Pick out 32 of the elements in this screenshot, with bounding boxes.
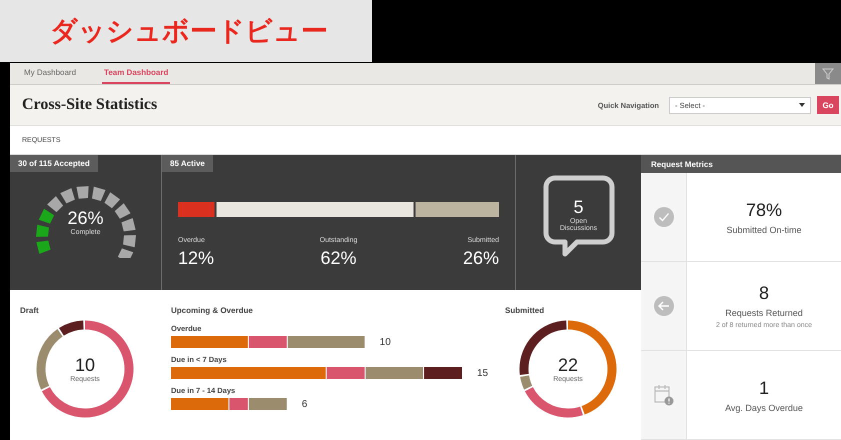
- metric-label: Submitted On-time: [726, 224, 802, 234]
- gauge-value: 26%: [67, 208, 104, 228]
- metric-label: Requests Returned: [725, 308, 803, 318]
- bar-total: 6: [302, 398, 308, 410]
- segment-value: 12%: [178, 248, 214, 269]
- panel-tag: 30 of 115 Accepted: [10, 155, 98, 172]
- metrics-title: Request Metrics: [651, 160, 713, 168]
- dashboard-title: Cross-Site Statistics: [22, 96, 158, 114]
- donut-value: 10: [74, 355, 96, 376]
- panel-tag: 85 Active: [162, 155, 213, 172]
- metric-value: 1: [758, 378, 769, 398]
- metric-label: Avg. Days Overdue: [725, 402, 803, 412]
- dashboard-tab[interactable]: My Dashboard: [22, 63, 78, 84]
- chart-title: Submitted: [505, 306, 546, 315]
- speech-bubble-icon: [542, 175, 614, 257]
- filter-button[interactable]: [815, 63, 841, 84]
- chart-title: Upcoming & Overdue: [171, 306, 254, 315]
- segment-value: 62%: [320, 248, 357, 269]
- page-title: ダッシュボードビュー: [50, 15, 328, 49]
- metric-value: 78%: [746, 200, 782, 220]
- caret-icon: [799, 103, 805, 107]
- go-button[interactable]: Go: [817, 96, 839, 114]
- filter-icon: [822, 68, 834, 80]
- check-icon: [654, 207, 674, 227]
- donut-value: 22: [558, 355, 578, 376]
- discussion-count: 5: [573, 197, 584, 218]
- metric-value: 8: [758, 283, 769, 304]
- bar-total: 10: [380, 336, 391, 348]
- bar-total: 15: [477, 368, 488, 378]
- chart-title: Draft: [20, 306, 40, 315]
- calendar-alert-icon: [654, 384, 674, 406]
- segment-value: 26%: [462, 248, 499, 269]
